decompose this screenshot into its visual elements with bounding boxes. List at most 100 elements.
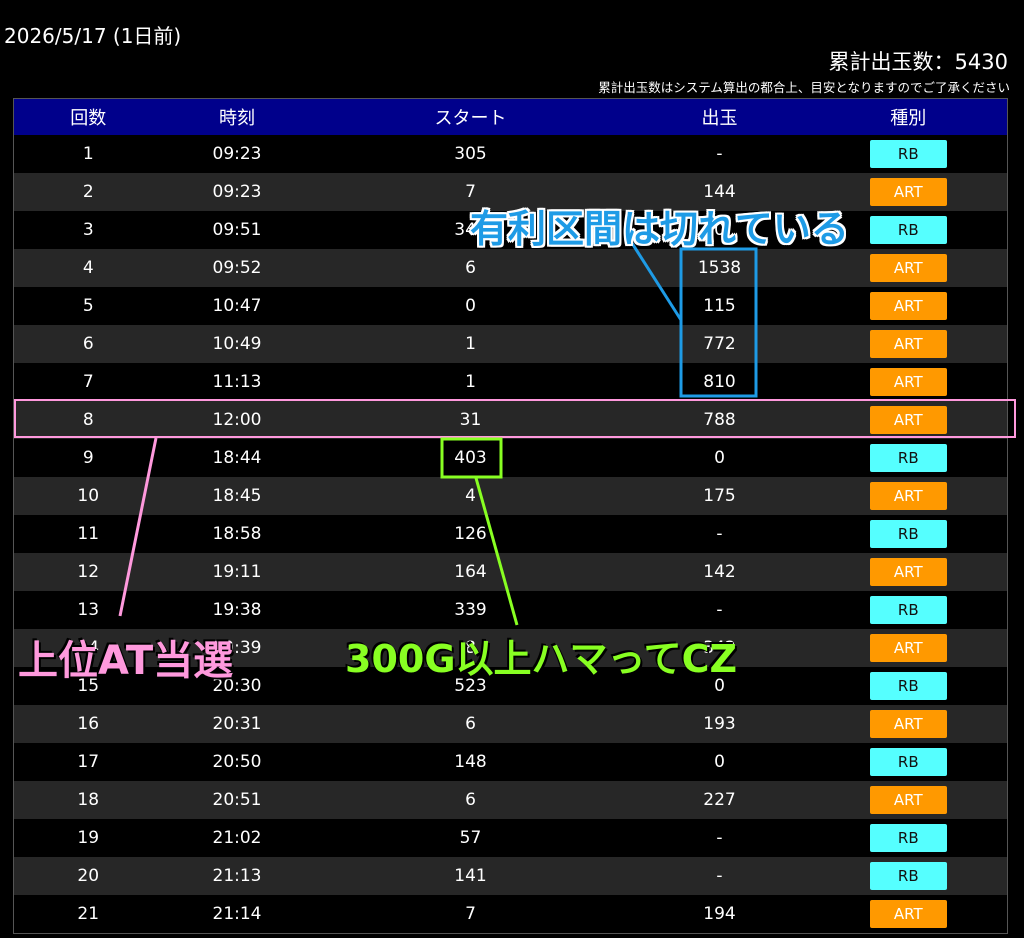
cell-time: 21:14 xyxy=(162,895,312,934)
cell-start: 1 xyxy=(311,363,630,401)
table-row: 7 11:13 1 810 ART xyxy=(13,363,1008,401)
cell-time: 19:11 xyxy=(162,553,312,591)
cell-type: RB xyxy=(809,857,1008,895)
cell-start: 4 xyxy=(311,477,630,515)
cell-payout: 1538 xyxy=(629,249,810,287)
date-label: 2026/5/17 (1日前) xyxy=(4,24,182,48)
cell-count: 19 xyxy=(13,819,163,857)
cell-payout: 115 xyxy=(629,287,810,325)
cell-count: 9 xyxy=(13,439,163,477)
cell-count: 13 xyxy=(13,591,163,629)
cell-type: RB xyxy=(809,819,1008,857)
rb-badge: RB xyxy=(869,596,947,624)
cell-type: ART xyxy=(809,287,1008,325)
rb-badge: RB xyxy=(869,824,947,852)
cell-time: 11:13 xyxy=(162,363,312,401)
table-row: 5 10:47 0 115 ART xyxy=(13,287,1008,325)
cell-time: 18:44 xyxy=(162,439,312,477)
cell-time: 20:50 xyxy=(162,743,312,781)
rb-badge: RB xyxy=(869,216,947,244)
table-row: 8 12:00 31 788 ART xyxy=(13,401,1008,439)
cell-count: 7 xyxy=(13,363,163,401)
art-badge: ART xyxy=(869,406,947,434)
cell-count: 21 xyxy=(13,895,163,934)
column-header-time: 時刻 xyxy=(162,98,312,135)
table-row: 18 20:51 6 227 ART xyxy=(13,781,1008,819)
column-header-payout: 出玉 xyxy=(629,98,810,135)
cell-time: 09:23 xyxy=(162,135,312,173)
cell-type: ART xyxy=(809,363,1008,401)
table-row: 17 20:50 148 0 RB xyxy=(13,743,1008,781)
cell-time: 10:47 xyxy=(162,287,312,325)
cell-type: RB xyxy=(809,439,1008,477)
rb-badge: RB xyxy=(869,672,947,700)
cell-start: 141 xyxy=(311,857,630,895)
cell-type: ART xyxy=(809,401,1008,439)
table-row: 13 19:38 339- RB xyxy=(13,591,1008,629)
column-header-type: 種別 xyxy=(809,98,1008,135)
art-badge: ART xyxy=(869,292,947,320)
cell-time: 21:02 xyxy=(162,819,312,857)
cell-start: 7 xyxy=(311,895,630,934)
cell-payout: 175 xyxy=(629,477,810,515)
cell-start: 6 xyxy=(311,705,630,743)
cell-payout: 227 xyxy=(629,781,810,819)
cell-time: 18:45 xyxy=(162,477,312,515)
cell-type: ART xyxy=(809,325,1008,363)
cell-start: 31 xyxy=(311,401,630,439)
art-badge: ART xyxy=(869,710,947,738)
cell-start: 1 xyxy=(311,325,630,363)
cell-start: 339 xyxy=(311,591,630,629)
art-badge: ART xyxy=(869,558,947,586)
cell-type: ART xyxy=(809,477,1008,515)
cell-payout: 810 xyxy=(629,363,810,401)
cell-type: ART xyxy=(809,781,1008,819)
rb-badge: RB xyxy=(869,140,947,168)
cell-count: 16 xyxy=(13,705,163,743)
cell-start: 6 xyxy=(311,249,630,287)
annotation-300g-cz: 300G以上ハマってCZ xyxy=(345,637,738,681)
cell-payout: - xyxy=(629,857,810,895)
cell-count: 8 xyxy=(13,401,163,439)
cell-type: ART xyxy=(809,705,1008,743)
cell-start: 57 xyxy=(311,819,630,857)
cell-start: 6 xyxy=(311,781,630,819)
cell-count: 12 xyxy=(13,553,163,591)
table-row: 9 18:44 403 0 RB xyxy=(13,439,1008,477)
cell-payout: 0 xyxy=(629,439,810,477)
art-badge: ART xyxy=(869,330,947,358)
table-row: 11 18:58 126- RB xyxy=(13,515,1008,553)
table-row: 16 20:31 6 193 ART xyxy=(13,705,1008,743)
cell-time: 09:52 xyxy=(162,249,312,287)
total-payout: 累計出玉数：5430 xyxy=(828,50,1008,74)
cell-time: 09:23 xyxy=(162,173,312,211)
cell-start: 403 xyxy=(311,439,630,477)
cell-count: 3 xyxy=(13,211,163,249)
cell-type: RB xyxy=(809,667,1008,705)
annotation-upper-at-win: 上位AT当選 xyxy=(18,638,234,684)
column-header-start: スタート xyxy=(311,98,630,135)
cell-type: RB xyxy=(809,743,1008,781)
cell-count: 4 xyxy=(13,249,163,287)
cell-type: ART xyxy=(809,249,1008,287)
cell-payout: 772 xyxy=(629,325,810,363)
cell-count: 18 xyxy=(13,781,163,819)
cell-time: 18:58 xyxy=(162,515,312,553)
cell-payout: - xyxy=(629,819,810,857)
cell-payout: 193 xyxy=(629,705,810,743)
cell-count: 2 xyxy=(13,173,163,211)
cell-start: 0 xyxy=(311,287,630,325)
cell-start: 148 xyxy=(311,743,630,781)
cell-time: 09:51 xyxy=(162,211,312,249)
rb-badge: RB xyxy=(869,748,947,776)
annotation-bonus-zone-ended: 有利区間は切れている xyxy=(470,207,849,251)
table-row: 21 21:14 7 194 ART xyxy=(13,895,1008,934)
table-row: 20 21:13 141- RB xyxy=(13,857,1008,895)
cell-start: 164 xyxy=(311,553,630,591)
cell-start: 126 xyxy=(311,515,630,553)
table-row: 12 19:11 164 142 ART xyxy=(13,553,1008,591)
art-badge: ART xyxy=(869,368,947,396)
rb-badge: RB xyxy=(869,862,947,890)
table-header-row: 回数 時刻 スタート 出玉 種別 xyxy=(13,98,1008,135)
column-header-count: 回数 xyxy=(13,98,163,135)
